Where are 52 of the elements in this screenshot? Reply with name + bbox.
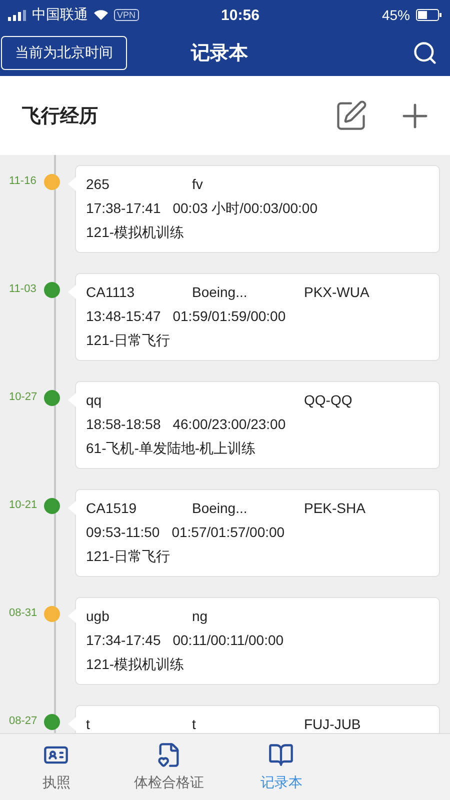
entry-date: 08-31 xyxy=(8,606,38,619)
flight-times: 09:53-11:50 xyxy=(86,523,160,542)
edit-button[interactable] xyxy=(334,98,368,132)
flight-durations: 01:59/01:59/00:00 xyxy=(172,307,286,326)
clock-time: 10:56 xyxy=(220,6,260,24)
entry-date: 11-03 xyxy=(8,282,38,295)
flight-route: QQ-QQ xyxy=(304,391,354,410)
flight-number: CA1519 xyxy=(86,499,138,518)
flight-durations: 00:03 小时/00:03/00:00 xyxy=(172,199,318,218)
flight-type: 121-日常飞行 xyxy=(86,548,170,564)
flight-type: 61-飞机-单发陆地-机上训练 xyxy=(86,440,256,456)
aircraft-type: t xyxy=(192,715,197,733)
signal-icon xyxy=(8,10,26,20)
battery-icon xyxy=(416,9,442,21)
book-icon xyxy=(268,742,294,768)
entry-date: 11-16 xyxy=(8,174,38,187)
carrier-name: 中国联通 xyxy=(32,6,88,24)
entry-date: 10-21 xyxy=(8,498,38,511)
time-zone-button[interactable]: 当前为北京时间 xyxy=(1,36,127,70)
aircraft-type: fv xyxy=(192,175,204,194)
flight-number: 265 xyxy=(86,175,110,194)
flight-number: qq xyxy=(86,391,103,410)
battery-percent: 45% xyxy=(382,7,410,23)
document-icon xyxy=(156,742,182,768)
flight-route: FUJ-JUB xyxy=(304,715,362,733)
flight-route: PEK-SHA xyxy=(304,499,366,518)
flight-durations: 46:00/23:00/23:00 xyxy=(172,415,286,434)
flight-times: 18:58-18:58 xyxy=(86,415,161,434)
aircraft-type: Boeing... xyxy=(192,499,248,518)
flight-times: 17:38-17:41 xyxy=(86,199,161,218)
search-button[interactable] xyxy=(412,40,438,66)
flight-number: t xyxy=(86,715,91,733)
flight-number: ugb xyxy=(86,607,110,626)
page-title: 记录本 xyxy=(191,42,248,66)
entry-date: 10-27 xyxy=(8,390,38,403)
flight-type: 121-模拟机训练 xyxy=(86,224,184,240)
wifi-icon xyxy=(94,10,108,20)
flight-type: 121-模拟机训练 xyxy=(86,656,184,672)
section-title: 飞行经历 xyxy=(22,104,99,128)
flight-durations: 00:11/00:11/00:00 xyxy=(172,631,284,650)
vpn-indicator: VPN xyxy=(114,9,139,21)
flight-durations: 01:57/01:57/00:00 xyxy=(172,523,285,542)
flight-times: 17:34-17:45 xyxy=(86,631,161,650)
flight-times: 13:48-15:47 xyxy=(86,307,161,326)
entry-date: 08-27 xyxy=(8,714,38,727)
flight-route: PKX-WUA xyxy=(304,283,370,302)
aircraft-type: ng xyxy=(192,607,209,626)
nav-tab[interactable]: 执照 xyxy=(0,734,112,800)
flight-type: 121-日常飞行 xyxy=(86,332,170,348)
aircraft-type: Boeing... xyxy=(192,283,248,302)
flight-number: CA1113 xyxy=(86,283,136,302)
nav-tab[interactable]: 体检合格证 xyxy=(112,734,225,800)
